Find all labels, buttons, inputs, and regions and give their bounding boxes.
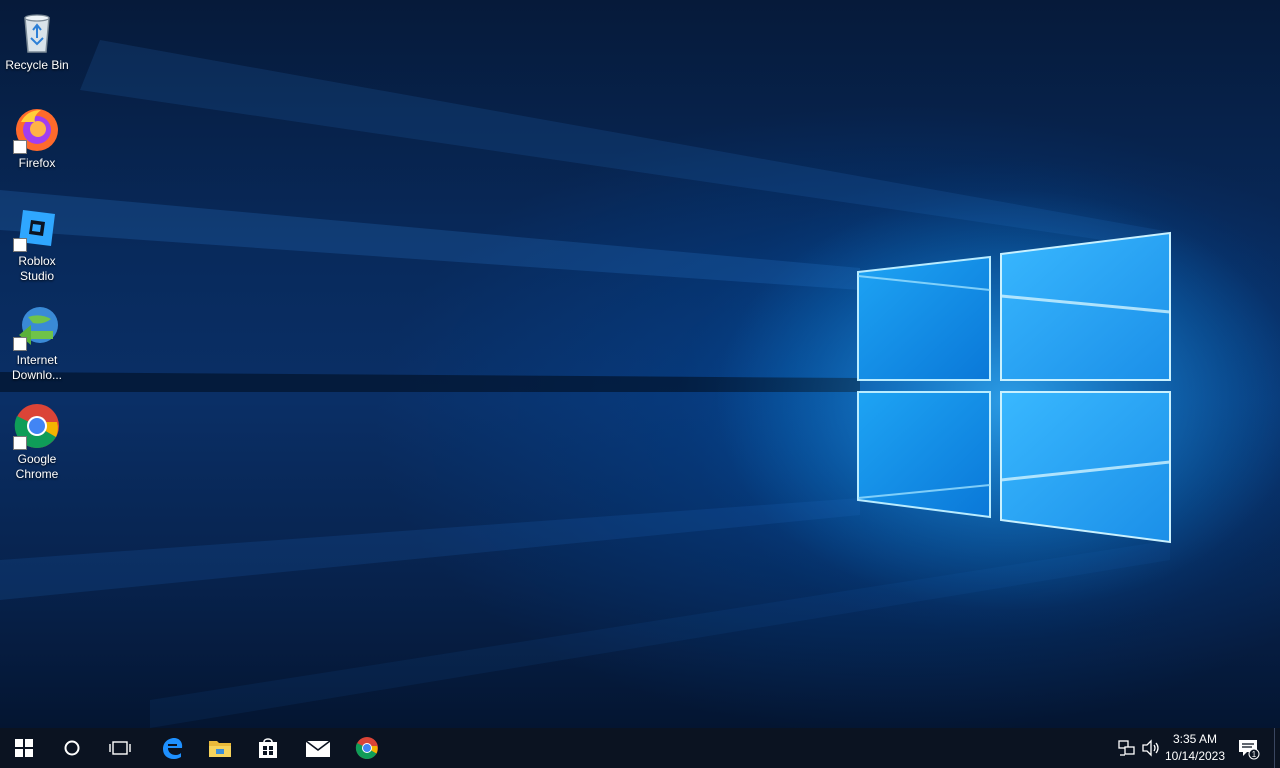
firefox-icon <box>13 106 61 154</box>
internet-download-manager-icon <box>13 303 61 351</box>
shortcut-arrow-icon <box>13 436 27 450</box>
desktop-icon-google-chrome[interactable]: Google Chrome <box>0 398 74 482</box>
clock[interactable]: 3:35 AM 10/14/2023 <box>1160 731 1230 765</box>
cortana-circle-icon <box>64 740 80 756</box>
store-taskbar-button[interactable] <box>244 728 292 768</box>
desktop-icon-label: Internet Downlo... <box>11 353 63 382</box>
desktop-icon-label: Google Chrome <box>15 452 59 481</box>
task-view-icon <box>109 741 131 755</box>
desktop-icon-firefox[interactable]: Firefox <box>0 102 74 171</box>
shortcut-arrow-icon <box>13 238 27 252</box>
mail-icon <box>305 740 331 757</box>
wallpaper-windows-logo <box>0 40 1280 728</box>
mail-taskbar-button[interactable] <box>294 728 342 768</box>
desktop-icon-label: Recycle Bin <box>5 58 69 72</box>
windows-logo-icon <box>15 739 33 757</box>
edge-taskbar-button[interactable] <box>148 728 196 768</box>
taskbar: 3:35 AM 10/14/2023 1 <box>0 728 1280 768</box>
shortcut-arrow-icon <box>13 337 27 351</box>
store-bag-icon <box>259 738 277 758</box>
desktop-icon-label: Firefox <box>18 156 56 170</box>
file-explorer-taskbar-button[interactable] <box>196 728 244 768</box>
roblox-studio-icon <box>13 204 61 252</box>
desktop-icon-roblox-studio[interactable]: Roblox Studio <box>0 200 74 284</box>
clock-date: 10/14/2023 <box>1164 749 1226 763</box>
edge-icon <box>163 738 183 759</box>
chrome-icon <box>355 737 378 759</box>
start-button[interactable] <box>0 728 48 768</box>
show-desktop-button[interactable] <box>1274 728 1280 768</box>
desktop-icon-label: Roblox Studio <box>18 254 56 283</box>
task-view-button[interactable] <box>96 728 144 768</box>
recycle-bin-icon <box>13 8 61 56</box>
network-icon[interactable] <box>1117 738 1137 758</box>
action-center-icon: 1 <box>1239 740 1260 760</box>
chrome-taskbar-button[interactable] <box>343 728 391 768</box>
clock-time: 3:35 AM <box>1172 732 1218 746</box>
desktop-icon-internet-download-manager[interactable]: Internet Downlo... <box>0 299 74 383</box>
shortcut-arrow-icon <box>13 140 27 154</box>
action-center-button[interactable]: 1 <box>1238 738 1260 760</box>
volume-icon[interactable] <box>1141 738 1161 758</box>
notification-badge: 1 <box>1252 750 1257 759</box>
folder-icon <box>209 741 231 757</box>
desktop[interactable]: Recycle Bin Firefox Roblox Studio Intern… <box>0 0 1280 728</box>
search-button[interactable] <box>48 728 96 768</box>
google-chrome-icon <box>13 402 61 450</box>
desktop-icon-recycle-bin[interactable]: Recycle Bin <box>0 4 74 73</box>
